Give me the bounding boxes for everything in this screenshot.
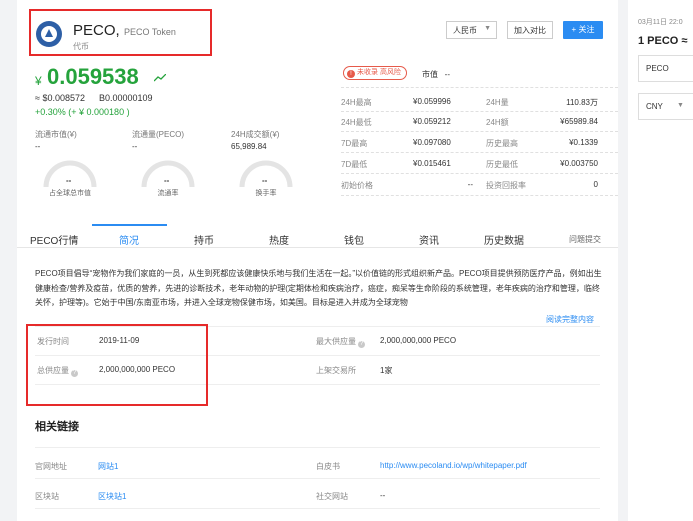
divider [35, 478, 600, 479]
market-value: ¥0.059212 [413, 117, 451, 126]
tabs-divider [17, 247, 618, 248]
divider [341, 195, 618, 196]
tab-market[interactable]: PECO行情 [30, 232, 78, 247]
related-links-title: 相关链接 [35, 421, 79, 433]
market-key: 7D最低 [341, 160, 368, 169]
market-key: 24H最低 [341, 118, 372, 127]
market-value: ¥0.1339 [569, 138, 598, 147]
exchanges-value[interactable]: 1家 [380, 365, 392, 376]
converter-date: 03月11日 22:0 [638, 19, 683, 26]
circ-mcap-value: -- [35, 142, 41, 151]
gauge-value: -- [262, 176, 268, 185]
market-value: -- [467, 180, 473, 189]
tab-holders[interactable]: 持币 [194, 232, 214, 247]
dropdown-arrow-icon: ▼ [677, 102, 684, 109]
gauge-label: 换手率 [255, 190, 277, 197]
market-key: 24H额 [486, 118, 509, 127]
market-value: ¥0.059996 [413, 97, 451, 106]
market-value: ¥0.097080 [413, 138, 451, 147]
tab-submit-issue[interactable]: 问题提交 [569, 234, 601, 245]
explorer-label: 区块站 [35, 492, 59, 501]
market-value: ¥0.003750 [560, 159, 598, 168]
dropdown-arrow-icon: ▼ [484, 25, 491, 32]
price-change: +0.30% (+ ¥ 0.000180 ) [35, 107, 130, 117]
circ-supply-value: -- [132, 142, 138, 151]
active-tab-indicator [92, 224, 167, 226]
currency-select[interactable]: 人民币 ▼ [446, 21, 497, 39]
compare-button[interactable]: 加入对比 [507, 21, 553, 39]
max-supply-value: 2,000,000,000 PECO [380, 336, 457, 345]
volume-label: 24H成交额(¥) [231, 130, 280, 139]
divider [341, 87, 618, 88]
coin-detail-panel: PECO, PECO Token 代币 人民币 ▼ 加入对比 + 关注 ¥ 0.… [17, 0, 618, 521]
gauge-label: 流通率 [157, 190, 179, 197]
trend-up-icon [154, 74, 166, 82]
whitepaper-label: 白皮书 [316, 462, 340, 471]
market-key: 24H最高 [341, 98, 372, 107]
price-usd: ≈ $0.008572 [35, 93, 85, 103]
whitepaper-link[interactable]: http://www.pecoland.io/wp/whitepaper.pdf [380, 461, 527, 470]
website-link[interactable]: 网站1 [98, 461, 118, 472]
market-key: 历史最低 [486, 160, 518, 169]
converter-rate: 1 PECO ≈ [638, 35, 688, 47]
website-label: 官网地址 [35, 462, 67, 471]
social-label: 社交网站 [316, 492, 348, 501]
price-currency-symbol: ¥ [35, 74, 42, 88]
exchanges-label: 上架交易所 [316, 366, 356, 375]
highlight-box-header [29, 9, 212, 56]
project-description: PECO项目倡导“宠物作为我们家庭的一员，从生到死都应该健康快乐地与我们生活在一… [35, 269, 602, 307]
gauge-value: -- [164, 176, 170, 185]
market-cap: 市值 -- [422, 70, 450, 79]
converter-currency-select[interactable]: CNY ▼ [638, 93, 693, 120]
circ-mcap-label: 流通市值(¥) [35, 130, 77, 139]
tab-wallet[interactable]: 钱包 [344, 232, 364, 247]
price-btc: B0.00000109 [99, 93, 153, 103]
gauge-value: -- [66, 176, 72, 185]
tab-news[interactable]: 资讯 [419, 232, 439, 247]
max-supply-label: 最大供应量? [316, 337, 365, 348]
market-value: 110.83万 [566, 98, 598, 107]
tab-overview[interactable]: 简况 [119, 232, 139, 247]
help-icon[interactable]: ? [358, 341, 365, 348]
market-value: 0 [593, 180, 598, 189]
read-more-link[interactable]: 阅读完整内容 [546, 314, 594, 325]
explorer-link[interactable]: 区块站1 [98, 491, 126, 502]
market-value: ¥0.015461 [413, 159, 451, 168]
gauge-label: 占全球总市值 [49, 190, 91, 197]
divider [341, 131, 618, 132]
market-key: 24H量 [486, 98, 509, 107]
market-key: 初始价格 [341, 181, 373, 190]
market-key: 历史最高 [486, 139, 518, 148]
follow-button[interactable]: + 关注 [563, 21, 603, 39]
market-key: 7D最高 [341, 139, 368, 148]
market-key: 投资回报率 [486, 181, 526, 190]
current-price: 0.059538 [47, 64, 139, 89]
converter-coin-input[interactable]: PECO [638, 55, 693, 82]
divider [35, 508, 600, 509]
highlight-box-info [26, 324, 208, 406]
market-value: ¥65989.84 [560, 117, 598, 126]
tab-popularity[interactable]: 热度 [269, 232, 289, 247]
divider [35, 447, 600, 448]
volume-value: 65,989.84 [231, 142, 267, 151]
divider [341, 152, 618, 153]
social-value: -- [380, 491, 386, 500]
tab-history[interactable]: 历史数据 [484, 232, 524, 247]
warning-icon: ! [347, 70, 355, 78]
divider [341, 111, 618, 112]
converter-panel: 03月11日 22:0 1 PECO ≈ PECO CNY ▼ [628, 0, 693, 521]
divider [341, 173, 618, 174]
risk-warning-badge[interactable]: ! 未收录 高风险 [343, 66, 407, 80]
circ-supply-label: 流通量(PECO) [132, 130, 184, 139]
